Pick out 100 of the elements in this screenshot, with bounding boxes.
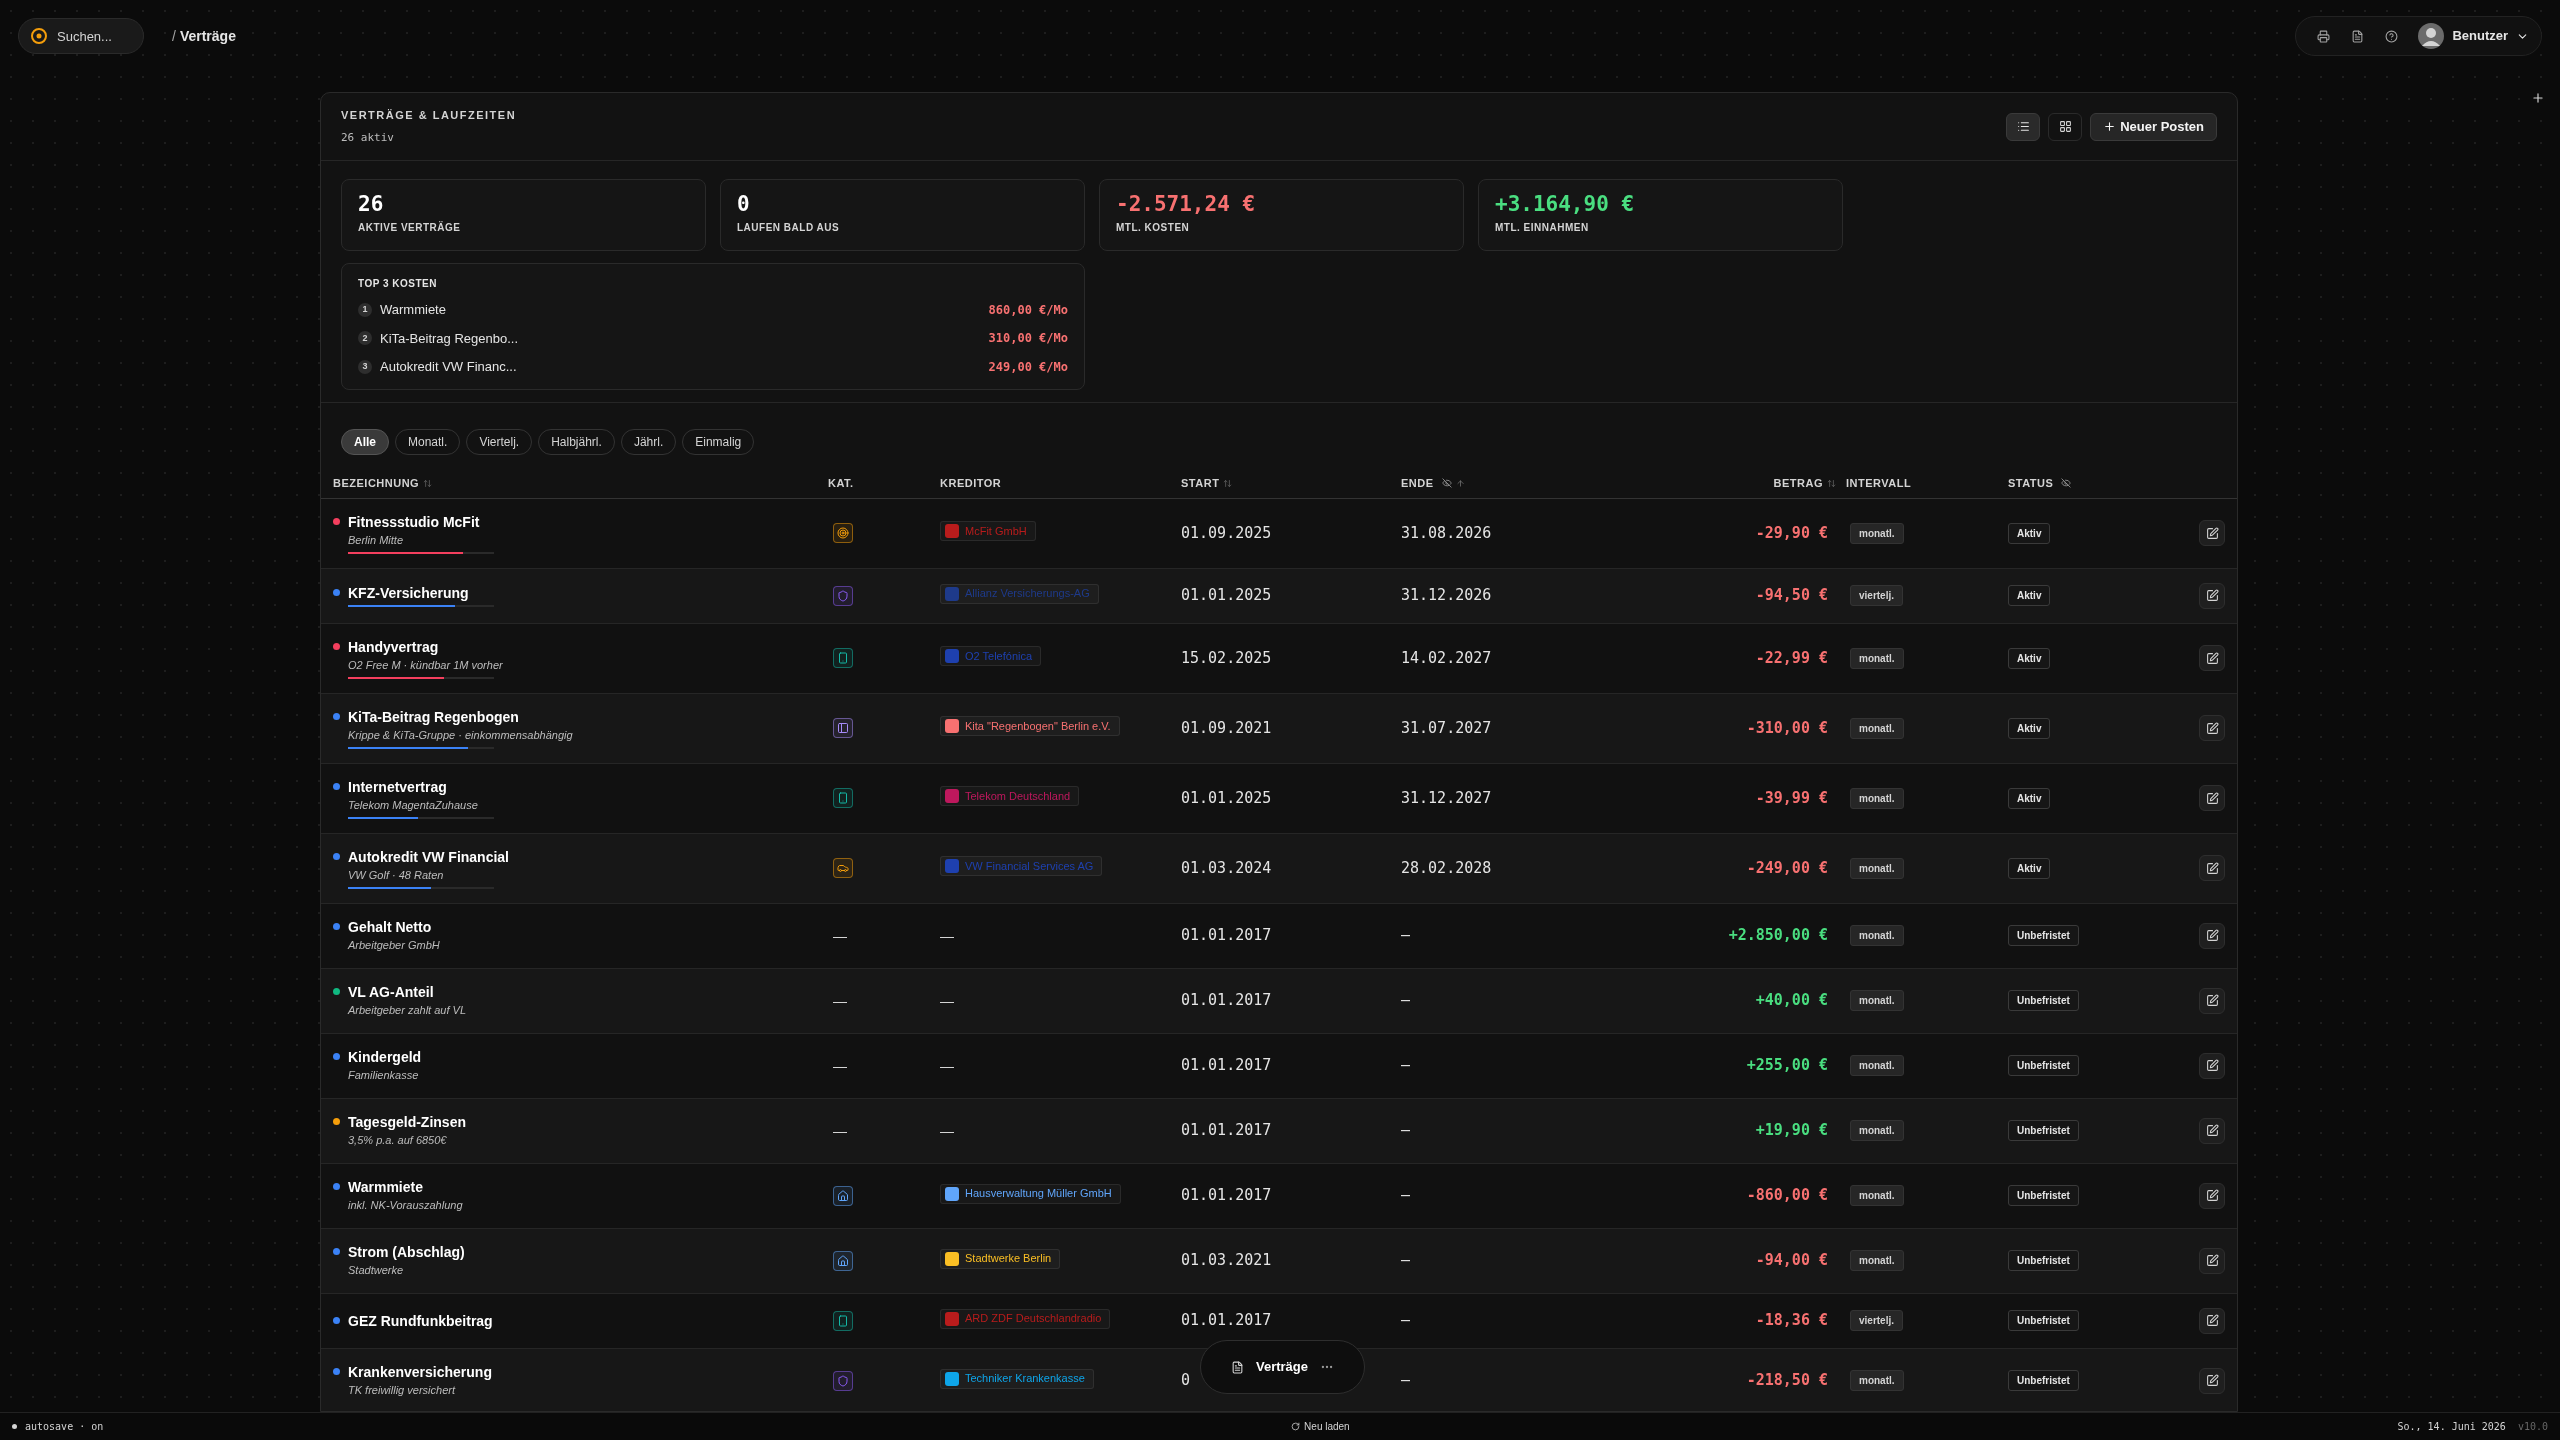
end-date: 14.02.2027 xyxy=(1400,647,1492,669)
category-icon xyxy=(833,585,853,606)
stat-label: MTL. KOSTEN xyxy=(1116,221,1191,235)
panel-title: VERTRÄGE & LAUFZEITEN xyxy=(341,108,517,123)
new-entry-button[interactable]: Neuer Posten xyxy=(2090,112,2217,141)
category-icon xyxy=(833,1370,853,1391)
reload-icon xyxy=(1291,1422,1301,1431)
start-date: 01.01.2025 xyxy=(1181,585,1272,607)
grid-view-button[interactable] xyxy=(2048,112,2083,141)
contract-name: Fitnessstudio McFit xyxy=(348,512,481,531)
stat-value: +3.164,90 € xyxy=(1495,192,1636,216)
start-date: 01.01.2017 xyxy=(1181,1185,1272,1207)
contract-name: KiTa-Beitrag Regenbogen xyxy=(348,707,520,726)
status-tag: Aktiv xyxy=(2008,647,2051,669)
search-field[interactable]: Suchen... xyxy=(18,18,144,54)
empty-dash: — xyxy=(833,1122,847,1139)
start-date: 01.01.2017 xyxy=(1181,925,1272,947)
contract-name: VL AG-Anteil xyxy=(348,982,435,1001)
amount: -94,00 € xyxy=(1755,1250,1829,1272)
help-icon xyxy=(2384,29,2398,43)
interval-tag: viertelj. xyxy=(1850,1310,1904,1331)
edit-icon xyxy=(2205,1189,2219,1202)
amount: +255,00 € xyxy=(1746,1055,1829,1077)
sort-ascending-icon xyxy=(1455,478,1465,488)
contract-name: Kindergeld xyxy=(348,1047,422,1066)
edit-icon xyxy=(2205,929,2219,942)
status-tag: Aktiv xyxy=(2008,787,2051,809)
category-icon xyxy=(833,858,853,878)
edit-button[interactable] xyxy=(2199,1307,2225,1334)
column-header[interactable]: BETRAG xyxy=(1773,474,1823,492)
edit-button[interactable] xyxy=(2199,582,2225,609)
edit-button[interactable] xyxy=(2199,715,2225,741)
status-tag: Unbefristet xyxy=(2008,1120,2079,1141)
interval-tag: monatl. xyxy=(1850,1250,1904,1271)
contract-note: 3,5% p.a. auf 6850€ xyxy=(348,1132,448,1148)
edit-button[interactable] xyxy=(2199,855,2225,881)
list-view-button[interactable] xyxy=(2006,112,2041,141)
contract-note: O2 Free M · kündbar 1M vorher xyxy=(348,657,503,673)
amount: -94,50 € xyxy=(1755,585,1829,607)
rank-number: 1 xyxy=(358,302,372,317)
edit-button[interactable] xyxy=(2199,1052,2225,1079)
creditor-badge: Techniker Krankenkasse xyxy=(940,1368,1094,1389)
column-header[interactable]: BEZEICHNUNG xyxy=(333,474,420,492)
edit-button[interactable] xyxy=(2199,987,2225,1014)
end-date: — xyxy=(1400,1055,1411,1077)
start-date: 01.01.2017 xyxy=(1181,990,1272,1012)
top-costs-title: TOP 3 KOSTEN xyxy=(358,277,438,291)
contract-note: TK freiwillig versichert xyxy=(348,1382,457,1398)
interval-tag: monatl. xyxy=(1850,857,1904,879)
hidden-icon xyxy=(2061,478,2072,488)
category-icon xyxy=(833,788,853,808)
contract-note: Berlin Mitte xyxy=(348,532,405,548)
end-date: — xyxy=(1400,1250,1411,1272)
amount: -860,00 € xyxy=(1746,1185,1829,1207)
edit-icon xyxy=(2205,861,2219,875)
start-date: 01.01.2017 xyxy=(1181,1120,1272,1142)
edit-icon xyxy=(2205,1374,2219,1387)
contract-note: Krippe & KiTa-Gruppe · einkommensabhängig xyxy=(348,727,573,743)
creditor-badge: Stadtwerke Berlin xyxy=(940,1248,1061,1269)
sort-icon xyxy=(423,478,433,488)
stat-label: LAUFEN BALD AUS xyxy=(737,221,841,235)
edit-button[interactable] xyxy=(2199,520,2225,546)
creditor-badge: O2 Telefónica xyxy=(940,646,1042,666)
reload-button[interactable]: Neu laden xyxy=(1291,1419,1350,1434)
edit-icon xyxy=(2205,1059,2219,1072)
interval-tag: monatl. xyxy=(1850,925,1904,946)
contract-note: inkl. NK-Vorauszahlung xyxy=(348,1197,463,1213)
filter-chip[interactable]: Alle xyxy=(341,428,389,455)
edit-button[interactable] xyxy=(2199,645,2225,671)
creditor-badge: VW Financial Services AG xyxy=(940,856,1103,876)
end-date: — xyxy=(1400,1370,1411,1392)
edit-button[interactable] xyxy=(2199,1182,2225,1209)
edit-button[interactable] xyxy=(2199,1117,2225,1144)
status-tag: Unbefristet xyxy=(2008,925,2079,946)
category-icon xyxy=(833,648,853,668)
interval-tag: monatl. xyxy=(1850,647,1904,669)
version-text: v10.0 xyxy=(2517,1420,2548,1434)
floating-nav[interactable]: Verträge xyxy=(1200,1340,1365,1394)
cost-name: Warmmiete xyxy=(380,301,446,319)
column-header[interactable]: ENDE xyxy=(1401,474,1434,492)
edit-icon xyxy=(2205,1314,2219,1327)
amount: +19,90 € xyxy=(1755,1120,1829,1142)
creditor-badge: Kita "Regenbogen" Berlin e.V. xyxy=(940,716,1120,736)
column-header[interactable]: START xyxy=(1181,474,1220,492)
interval-tag: monatl. xyxy=(1850,717,1904,739)
rank-number: 3 xyxy=(358,359,372,374)
plus-icon xyxy=(2103,120,2117,133)
contract-note: Arbeitgeber GmbH xyxy=(348,937,440,953)
edit-button[interactable] xyxy=(2199,1367,2225,1394)
stat-label: AKTIVE VERTRÄGE xyxy=(358,220,462,235)
amount: +2.850,00 € xyxy=(1728,925,1829,947)
edit-button[interactable] xyxy=(2199,1247,2225,1274)
contract-name: Handyvertrag xyxy=(348,637,440,656)
edit-button[interactable] xyxy=(2199,922,2225,949)
amount: -310,00 € xyxy=(1746,717,1829,739)
edit-button[interactable] xyxy=(2199,785,2225,811)
end-date: 31.12.2026 xyxy=(1400,585,1492,607)
interval-tag: monatl. xyxy=(1850,990,1904,1011)
category-icon xyxy=(833,1250,853,1271)
contract-name: Strom (Abschlag) xyxy=(348,1242,465,1261)
